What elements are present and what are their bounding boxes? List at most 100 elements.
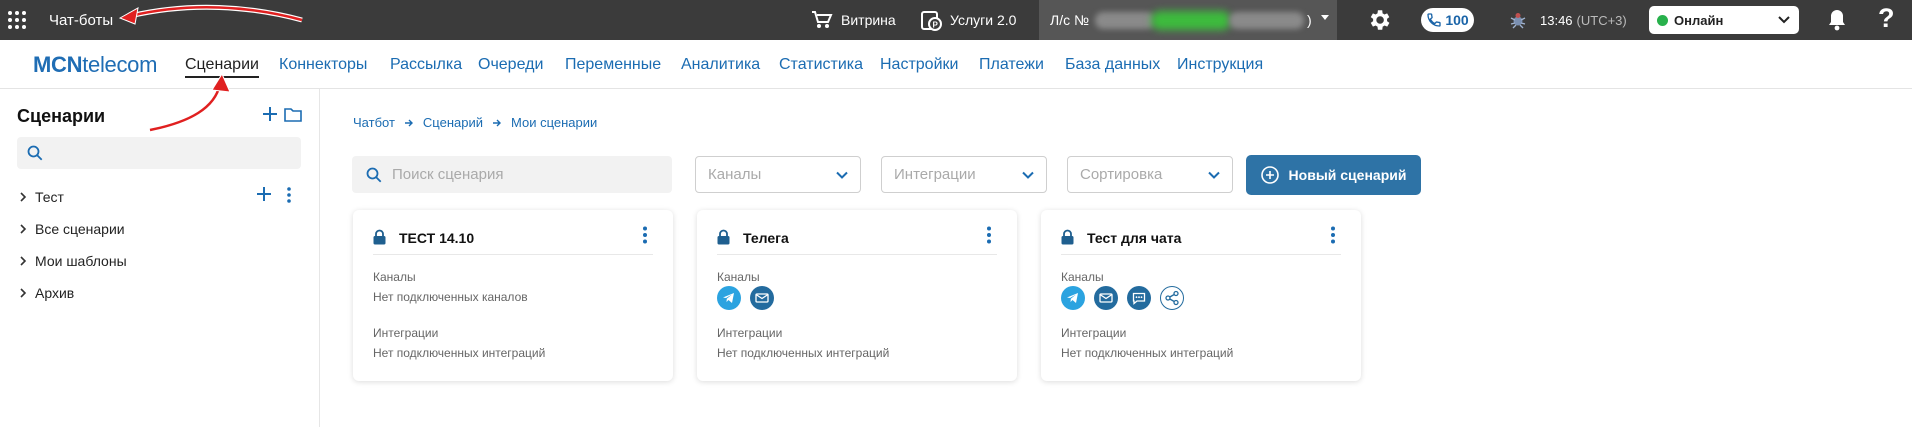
tree-item-archive[interactable]: Архив — [17, 282, 74, 304]
channels-filter-label: Каналы — [708, 166, 762, 183]
channel-icons — [717, 286, 783, 310]
breadcrumb-item[interactable]: Чатбот — [353, 115, 395, 130]
apps-grid-icon[interactable] — [8, 11, 27, 30]
divider — [1061, 254, 1341, 255]
tab-instructions[interactable]: Инструкция — [1177, 56, 1263, 74]
more-vertical-icon[interactable] — [1330, 226, 1336, 244]
scenario-card[interactable]: ТЕСТ 14.10 Каналы Нет подключенных канал… — [353, 210, 673, 381]
sidebar-title: Сценарии — [17, 106, 106, 126]
new-scenario-label: Новый сценарий — [1288, 167, 1407, 183]
redacted-area — [1229, 12, 1304, 29]
account-selector[interactable]: Л/с № ) — [1039, 0, 1337, 40]
status-label: Онлайн — [1674, 12, 1724, 28]
svg-text:P: P — [933, 21, 939, 30]
sidebar: Сценарии Тест Все сценарии Мои шаблоны А… — [0, 89, 320, 427]
integrations-empty-text: Нет подключенных интеграций — [1061, 346, 1234, 360]
channels-empty-text: Нет подключенных каналов — [373, 290, 528, 304]
tab-queues[interactable]: Очереди — [478, 56, 543, 74]
scenario-title: ТЕСТ 14.10 — [399, 230, 475, 246]
account-suffix: ) — [1307, 12, 1312, 28]
showcase-link[interactable]: Витрина — [811, 0, 896, 40]
tab-scenarios[interactable]: Сценарии — [185, 56, 259, 78]
chevron-down-icon — [1778, 16, 1790, 24]
redacted-area — [1095, 12, 1155, 29]
channels-label: Каналы — [717, 270, 760, 284]
tree-item-label: Мои шаблоны — [35, 253, 127, 269]
chevron-down-icon — [1022, 171, 1034, 179]
scenario-card[interactable]: Телега Каналы Интеграции Нет подключенны… — [697, 210, 1017, 381]
tree-item-templates[interactable]: Мои шаблоны — [17, 250, 127, 272]
scenario-title: Телега — [743, 230, 789, 246]
chevron-right-icon — [20, 256, 27, 266]
services-label: Услуги 2.0 — [950, 12, 1017, 28]
tab-database[interactable]: База данных — [1065, 56, 1160, 74]
scenario-card[interactable]: Тест для чата Каналы Интеграции Нет подк… — [1041, 210, 1361, 381]
new-scenario-button[interactable]: Новый сценарий — [1246, 155, 1421, 195]
logo-bold: MCN — [33, 52, 83, 77]
breadcrumb-item[interactable]: Сценарий — [423, 115, 483, 130]
plus-circle-icon — [1260, 166, 1279, 184]
tree-item-label: Архив — [35, 285, 75, 301]
clock: 13:46 (UTC+3) — [1508, 0, 1627, 40]
integrations-label: Интеграции — [373, 326, 439, 340]
phone-icon — [1427, 13, 1441, 27]
integrations-filter[interactable]: Интеграции — [881, 156, 1047, 193]
tab-variables[interactable]: Переменные — [565, 56, 661, 74]
bell-icon[interactable] — [1826, 8, 1848, 32]
cart-icon — [812, 11, 833, 28]
breadcrumb-item[interactable]: Мои сценарии — [511, 115, 597, 130]
sort-label: Сортировка — [1080, 166, 1163, 183]
tab-connectors[interactable]: Коннекторы — [279, 56, 367, 74]
logo[interactable]: MCNtelecom — [33, 52, 157, 78]
status-dot — [1657, 14, 1668, 26]
channel-icons — [1061, 286, 1193, 310]
gear-icon[interactable] — [1366, 7, 1392, 33]
clock-time: 13:46 — [1540, 12, 1573, 28]
more-vertical-icon[interactable] — [286, 187, 292, 203]
scenario-search-input[interactable]: Поиск сценария — [352, 156, 672, 193]
divider — [717, 254, 997, 255]
tree-item-label: Все сценарии — [35, 221, 125, 237]
logo-rest: telecom — [82, 52, 158, 77]
breadcrumb: Чатбот Сценарий Мои сценарии — [353, 115, 597, 130]
tab-mailing[interactable]: Рассылка — [390, 56, 462, 74]
more-vertical-icon[interactable] — [986, 226, 992, 244]
tab-settings[interactable]: Настройки — [880, 56, 958, 74]
integrations-label: Интеграции — [717, 326, 783, 340]
add-icon[interactable] — [261, 105, 279, 123]
chat-icon — [1127, 286, 1151, 310]
search-placeholder: Поиск сценария — [392, 166, 504, 183]
add-icon[interactable] — [256, 186, 272, 202]
caret-down-icon — [1321, 15, 1329, 20]
tab-payments[interactable]: Платежи — [979, 56, 1044, 74]
help-button[interactable]: ? — [1878, 3, 1895, 34]
arrow-right-icon — [404, 119, 413, 126]
account-label: Л/с № — [1050, 12, 1089, 28]
channels-filter[interactable]: Каналы — [695, 156, 861, 193]
tab-analytics[interactable]: Аналитика — [681, 56, 760, 74]
tree-item-all[interactable]: Все сценарии — [17, 218, 125, 240]
chevron-right-icon — [20, 224, 27, 234]
sort-select[interactable]: Сортировка — [1067, 156, 1233, 193]
tab-statistics[interactable]: Статистика — [779, 56, 863, 74]
redacted-area — [1151, 11, 1231, 30]
timezone: (UTC+3) — [1576, 12, 1627, 28]
tree-item-label: Тест — [35, 189, 64, 205]
channels-label: Каналы — [1061, 270, 1104, 284]
showcase-label: Витрина — [841, 12, 896, 28]
tree-item-test[interactable]: Тест — [17, 186, 64, 208]
chevron-right-icon — [20, 288, 27, 298]
bug-icon — [1510, 13, 1526, 29]
telegram-icon — [717, 286, 741, 310]
app-title[interactable]: Чат-боты — [49, 12, 113, 29]
more-vertical-icon[interactable] — [642, 226, 648, 244]
top-bar: Чат-боты Витрина P Услуги 2.0 Л/с № ) 10… — [0, 0, 1912, 40]
integrations-empty-text: Нет подключенных интеграций — [373, 346, 546, 360]
mail-icon — [1094, 286, 1118, 310]
arrow-right-icon — [493, 119, 502, 126]
sidebar-search-input[interactable] — [17, 137, 301, 169]
calls-counter[interactable]: 100 — [1421, 8, 1474, 32]
services-link[interactable]: P Услуги 2.0 — [920, 0, 1016, 40]
status-select[interactable]: Онлайн — [1649, 6, 1799, 34]
folder-icon[interactable] — [284, 107, 302, 122]
